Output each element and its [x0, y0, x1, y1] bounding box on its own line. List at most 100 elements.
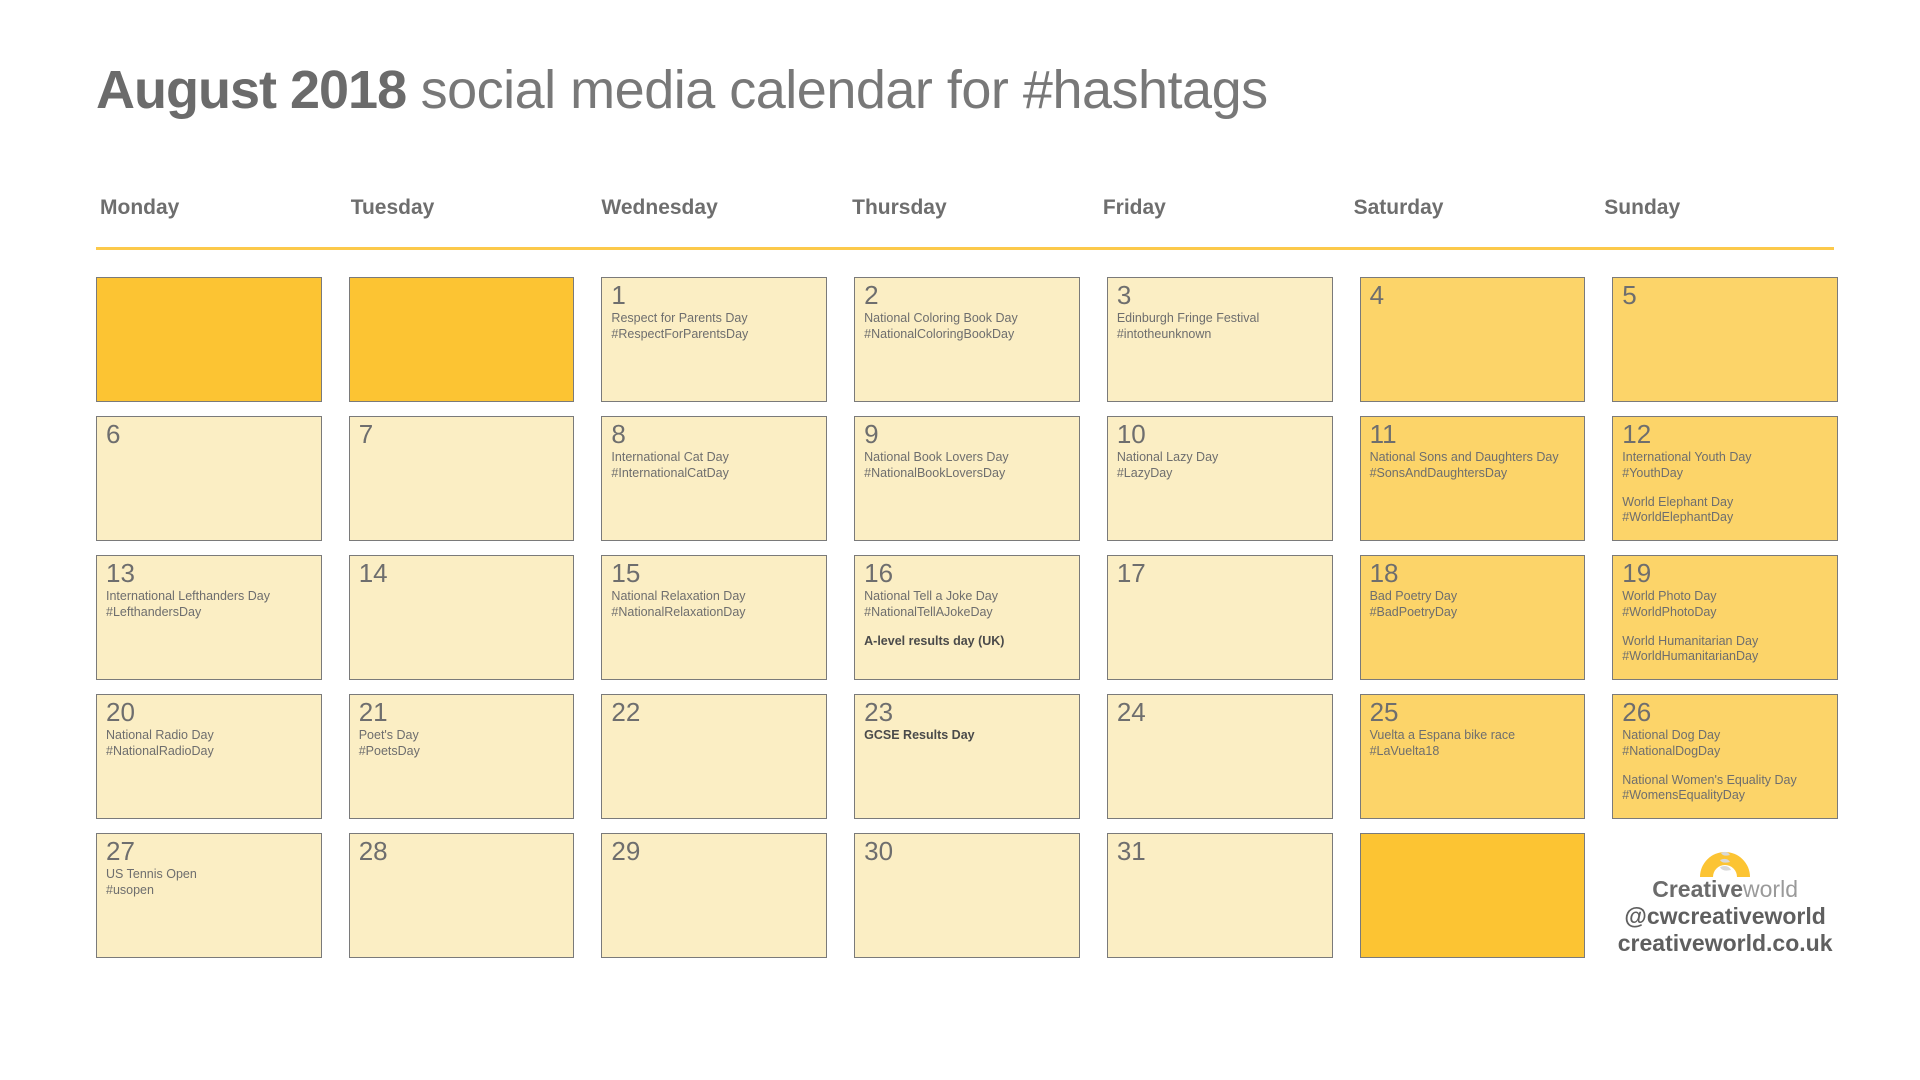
event-entry: Edinburgh Fringe Festival #intotheunknown [1117, 311, 1324, 342]
day-number: 13 [106, 558, 135, 588]
day-events: International Lefthanders Day #Lefthander… [106, 589, 313, 620]
day-number: 1 [611, 280, 626, 310]
event-entry: GCSE Results Day [864, 728, 1071, 744]
day-cell-24[interactable]: 24 [1106, 694, 1333, 819]
day-cell-15[interactable]: 15 National Relaxation Day #NationalRelaxa… [601, 555, 828, 680]
day-events: National Coloring Book Day #NationalColor… [864, 311, 1071, 342]
day-cell-30[interactable]: 30 [854, 833, 1080, 958]
event-entry: National Sons and Daughters Day #SonsAndD… [1370, 450, 1577, 481]
day-cell-9[interactable]: 9 National Book Lovers Day #NationalBookLo… [854, 416, 1080, 541]
event-entry: National Relaxation Day #NationalRelaxati… [611, 589, 818, 620]
day-cell-14[interactable]: 14 [348, 555, 575, 680]
event-entry: A-level results day (UK) [864, 634, 1071, 650]
day-events: Respect for Parents Day #RespectForParent… [611, 311, 818, 342]
day-cell-21[interactable]: 21 Poet's Day #PoetsDay [348, 694, 575, 819]
weekday-label-sunday: Sunday [1604, 196, 1681, 219]
day-cell-4[interactable]: 4 [1359, 277, 1586, 402]
event-hashtag: #intotheunknown [1116, 326, 1212, 341]
day-cell-16[interactable]: 16 National Tell a Joke Day #NationalTellA… [854, 555, 1080, 680]
day-cell-19[interactable]: 19 World Photo Day #WorldPhotoDay World Hum… [1612, 555, 1838, 680]
day-cell-26[interactable]: 26 National Dog Day #NationalDogDay Nationa… [1612, 694, 1838, 819]
day-cell-27[interactable]: 27 US Tennis Open #usopen [96, 833, 322, 958]
event-name: National Relaxation Day [611, 589, 746, 604]
event-name: Respect for Parents Day [611, 311, 748, 326]
day-number: 24 [1116, 697, 1146, 727]
day-number: 17 [1116, 558, 1146, 588]
day-cell-7[interactable]: 7 [348, 416, 575, 541]
day-cell-5[interactable]: 5 [1612, 277, 1838, 402]
brand-social-handle[interactable]: @cwcreativeworld [1624, 903, 1825, 930]
day-events: International Cat Day #InternationalCatDa… [611, 450, 818, 481]
brand-website-url[interactable]: creativeworld.co.uk [1618, 930, 1833, 957]
day-cell-12[interactable]: 12 International Youth Day #YouthDay World… [1612, 416, 1838, 541]
event-hashtag: #WorldElephantDay [1622, 510, 1734, 525]
event-name: National Book Lovers Day [864, 450, 1009, 465]
day-number: 25 [1369, 697, 1399, 727]
day-cell-8[interactable]: 8 International Cat Day #InternationalCatD… [601, 416, 828, 541]
day-cell-11[interactable]: 11 National Sons and Daughters Day #SonsAn… [1359, 416, 1586, 541]
day-number: 27 [106, 836, 135, 866]
event-entry: National Dog Day #NationalDogDay [1622, 728, 1829, 759]
day-events: National Sons and Daughters Day #SonsAndD… [1370, 450, 1577, 481]
event-entry: Poet's Day #PoetsDay [359, 728, 566, 759]
day-number: 28 [358, 836, 388, 866]
event-name: World Elephant Day [1622, 494, 1734, 509]
day-number: 4 [1369, 280, 1385, 310]
day-number: 8 [611, 419, 626, 449]
event-entry: US Tennis Open #usopen [106, 867, 313, 898]
event-hashtag: #LaVuelta18 [1369, 743, 1440, 758]
brand-logo: Creativeworld @cwcreativeworld creativewor… [1612, 833, 1838, 958]
day-cell-1[interactable]: 1 Respect for Parents Day #RespectForParen… [601, 277, 828, 402]
page-title-rest: social media calendar for #hashtags [406, 60, 1269, 120]
day-number: 11 [1369, 419, 1397, 449]
event-name: National Coloring Book Day [864, 311, 1018, 326]
day-cell-23[interactable]: 23 GCSE Results Day [854, 694, 1080, 819]
day-number: 29 [611, 836, 641, 866]
day-cell-28[interactable]: 28 [348, 833, 575, 958]
event-name: US Tennis Open [106, 867, 197, 882]
day-number: 30 [864, 836, 894, 866]
day-events: GCSE Results Day [864, 728, 1071, 744]
day-cell-22[interactable]: 22 [601, 694, 828, 819]
event-entry: Vuelta a Espana bike race #LaVuelta18 [1370, 728, 1577, 759]
day-number: 2 [864, 280, 879, 310]
day-number: 21 [358, 697, 388, 727]
page-title-month: August 2018 [96, 60, 407, 120]
day-events: Vuelta a Espana bike race #LaVuelta18 [1370, 728, 1577, 759]
day-events: National Book Lovers Day #NationalBookLov… [864, 450, 1071, 481]
event-name: Poet's Day [358, 728, 419, 743]
day-number: 26 [1622, 697, 1652, 727]
day-cell-3[interactable]: 3 Edinburgh Fringe Festival #intotheunknow… [1106, 277, 1333, 402]
day-cell-31[interactable]: 31 [1106, 833, 1333, 958]
header-divider [96, 247, 1834, 250]
weekday-label-tuesday: Tuesday [350, 196, 435, 219]
event-hashtag: #WomensEqualityDay [1622, 788, 1746, 803]
event-entry: World Elephant Day #WorldElephantDay [1622, 495, 1829, 526]
event-name: Edinburgh Fringe Festival [1116, 311, 1260, 326]
event-name: National Sons and Daughters Day [1369, 450, 1559, 465]
day-cell-13[interactable]: 13 International Lefthanders Day #Lefthand… [96, 555, 322, 680]
event-entry: Bad Poetry Day #BadPoetryDay [1370, 589, 1577, 620]
day-cell-20[interactable]: 20 National Radio Day #NationalRadioDay [96, 694, 322, 819]
event-entry: International Youth Day #YouthDay [1622, 450, 1829, 481]
event-entry: National Book Lovers Day #NationalBookLov… [864, 450, 1071, 481]
day-cell-18[interactable]: 18 Bad Poetry Day #BadPoetryDay [1359, 555, 1586, 680]
day-cell-empty[interactable] [348, 277, 575, 402]
event-hashtag: #PoetsDay [358, 743, 420, 758]
day-cell-25[interactable]: 25 Vuelta a Espana bike race #LaVuelta18 [1359, 694, 1586, 819]
event-name: Bad Poetry Day [1369, 589, 1458, 604]
event-hashtag: #WorldHumanitarianDay [1622, 649, 1759, 664]
day-cell-2[interactable]: 2 National Coloring Book Day #NationalColo… [854, 277, 1080, 402]
event-hashtag: #NationalRelaxationDay [611, 604, 746, 619]
day-cell-10[interactable]: 10 National Lazy Day #LazyDay [1106, 416, 1333, 541]
day-cell-17[interactable]: 17 [1106, 555, 1333, 680]
day-cell-6[interactable]: 6 [96, 416, 322, 541]
day-cell-empty[interactable] [1359, 833, 1586, 958]
day-cell-29[interactable]: 29 [601, 833, 828, 958]
day-events: National Tell a Joke Day #NationalTellAJo… [864, 589, 1071, 649]
day-cell-empty[interactable] [96, 277, 322, 402]
event-hashtag: #SonsAndDaughtersDay [1369, 465, 1508, 480]
event-hashtag: #LazyDay [1116, 465, 1173, 480]
brand-wordmark: Creativeworld [1652, 876, 1798, 903]
creativeworld-arc-icon [1692, 833, 1758, 879]
